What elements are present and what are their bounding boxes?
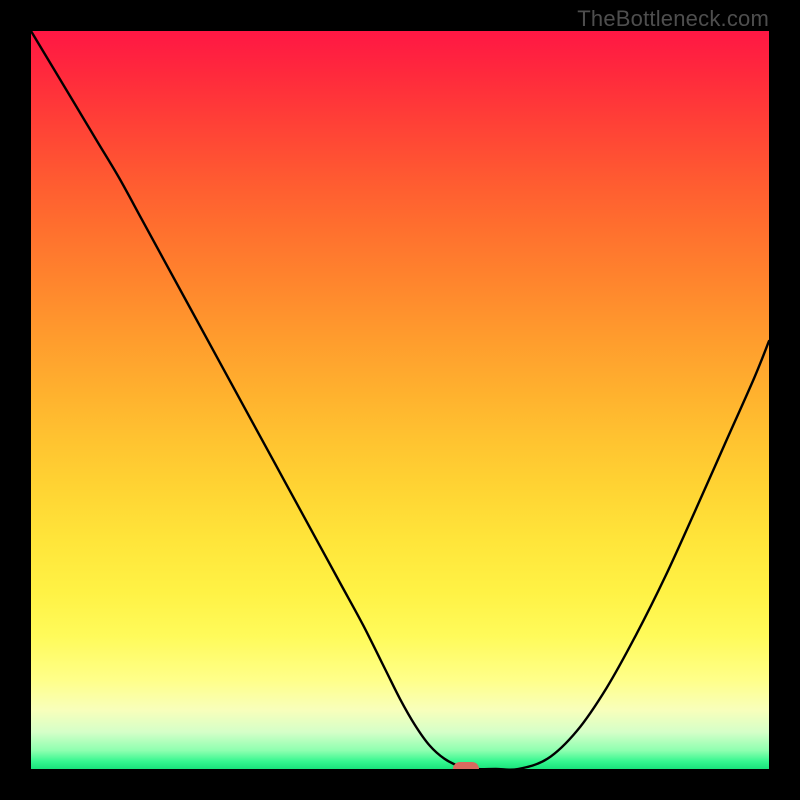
plot-area: [31, 31, 769, 769]
optimum-marker: [453, 762, 479, 769]
bottleneck-curve: [31, 31, 769, 769]
attribution-label: TheBottleneck.com: [577, 6, 769, 32]
chart-frame: TheBottleneck.com: [0, 0, 800, 800]
